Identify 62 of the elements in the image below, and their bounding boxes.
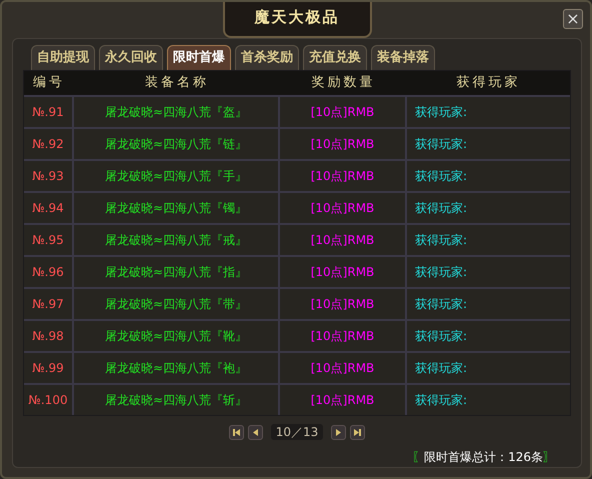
table-cell-text: 屠龙破晓≈四海八荒『靴』 <box>104 328 248 345</box>
table-cell-text: [10点]RMB <box>310 104 374 121</box>
table-cell-text: [10点]RMB <box>310 296 374 313</box>
table-cell-text: 屠龙破晓≈四海八荒『链』 <box>104 136 248 153</box>
tab[interactable]: 永久回收 <box>99 45 163 70</box>
total-count-text: 〖限时首爆总计：126条〗 <box>412 449 555 466</box>
table-cell-text: 屠龙破晓≈四海八荒『镯』 <box>104 200 248 217</box>
table-cell-text: 获得玩家: <box>415 168 468 185</box>
table-cell-text: [10点]RMB <box>310 360 374 377</box>
close-button[interactable]: × <box>563 9 583 29</box>
table-cell-text: №.95 <box>32 232 64 249</box>
table-cell-text: 获得玩家: <box>415 392 468 409</box>
tab[interactable]: 限时首爆 <box>167 45 231 70</box>
table-cell-text: №.96 <box>32 264 64 281</box>
table-cell-text: №.97 <box>32 296 64 313</box>
table-cell-text: 获得玩家: <box>415 328 468 345</box>
first-page-button[interactable] <box>229 424 244 440</box>
table-cell-text: [10点]RMB <box>310 328 374 345</box>
column-header: 装备名称 <box>145 74 209 92</box>
table-cell-text: 获得玩家: <box>415 104 468 121</box>
tab[interactable]: 充值兑换 <box>303 45 367 70</box>
column-header: 奖励数量 <box>312 74 376 92</box>
skip-arrow-icon <box>232 428 241 436</box>
skip-arrow-icon <box>353 428 362 436</box>
table-cell-text: №.98 <box>32 328 64 345</box>
table-cell-text: 屠龙破晓≈四海八荒『斩』 <box>104 392 248 409</box>
table-cell-text: №.93 <box>32 168 64 185</box>
table-cell-text: 获得玩家: <box>415 264 468 281</box>
table-cell-text: 获得玩家: <box>415 232 468 249</box>
triangle-arrow-icon <box>251 428 260 436</box>
tab[interactable]: 自助提现 <box>31 45 95 70</box>
table-cell-text: 屠龙破晓≈四海八荒『盔』 <box>104 104 248 121</box>
page-indicator: 10／13 <box>271 424 323 440</box>
next-page-button[interactable] <box>331 424 346 440</box>
previous-page-button[interactable] <box>248 424 263 440</box>
table-cell-text: 获得玩家: <box>415 136 468 153</box>
table-cell-text: [10点]RMB <box>310 264 374 281</box>
table-cell-text: №.100 <box>28 392 68 409</box>
table-cell-text: 屠龙破晓≈四海八荒『袍』 <box>104 360 248 377</box>
table-cell-text: №.94 <box>32 200 64 217</box>
table-cell-text: [10点]RMB <box>310 136 374 153</box>
window-title: 魔天大极品 <box>222 2 372 38</box>
table-cell-text: 获得玩家: <box>415 360 468 377</box>
table-cell-text: [10点]RMB <box>310 232 374 249</box>
table-cell-text: 屠龙破晓≈四海八荒『手』 <box>104 168 248 185</box>
table-cell-text: №.99 <box>32 360 64 377</box>
table-cell-text: 获得玩家: <box>415 200 468 217</box>
table-cell-text: [10点]RMB <box>310 200 374 217</box>
tab[interactable]: 首杀奖励 <box>235 45 299 70</box>
table-cell-text: 屠龙破晓≈四海八荒『带』 <box>104 296 248 313</box>
table-cell-text: [10点]RMB <box>310 392 374 409</box>
last-page-button[interactable] <box>350 424 365 440</box>
table-cell-text: 屠龙破晓≈四海八荒『戒』 <box>104 232 248 249</box>
tab[interactable]: 装备掉落 <box>371 45 435 70</box>
table-cell-text: №.92 <box>32 136 64 153</box>
table-cell-text: №.91 <box>32 104 64 121</box>
triangle-arrow-icon <box>334 428 343 436</box>
column-header: 获得玩家 <box>456 74 520 92</box>
table-cell-text: [10点]RMB <box>310 168 374 185</box>
table-cell-text: 获得玩家: <box>415 296 468 313</box>
table-cell-text: 屠龙破晓≈四海八荒『指』 <box>104 264 248 281</box>
column-header: 编号 <box>33 74 65 92</box>
